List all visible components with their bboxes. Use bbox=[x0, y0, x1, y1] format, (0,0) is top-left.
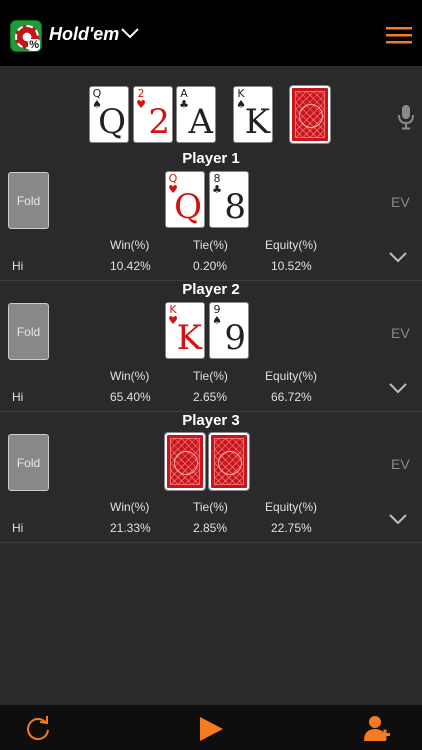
card-corner: 9 ♠ bbox=[212, 304, 222, 326]
app-icon-badge: % bbox=[28, 39, 40, 51]
card-suit-icon: ♣ bbox=[212, 183, 222, 196]
chevron-down-icon[interactable] bbox=[388, 250, 408, 264]
equity-value: 66.72% bbox=[271, 390, 312, 404]
card-corner: 2 ♥ bbox=[136, 88, 146, 110]
fold-button[interactable]: Fold bbox=[8, 172, 49, 229]
hand-type-label: Hi bbox=[12, 521, 24, 535]
card-rank: K bbox=[176, 318, 202, 358]
play-icon[interactable] bbox=[198, 716, 224, 742]
refresh-icon[interactable] bbox=[25, 715, 51, 741]
card-rank: Q bbox=[174, 187, 202, 227]
chevron-down-icon[interactable] bbox=[120, 25, 140, 41]
equity-value: 22.75% bbox=[271, 521, 312, 535]
hand-type-label: Hi bbox=[12, 259, 24, 273]
player-panel: Player 3 Fold EV Win(%) Tie(%) Equity(%)… bbox=[0, 412, 422, 543]
playing-card[interactable]: Q ♠ Q bbox=[89, 86, 129, 143]
tie-header: Tie(%) bbox=[193, 238, 228, 252]
top-bar: % Hold'em bbox=[0, 0, 422, 66]
card-rank: 2 bbox=[148, 102, 170, 142]
card-rank: K bbox=[244, 102, 270, 142]
microphone-icon[interactable] bbox=[396, 104, 416, 130]
fold-button[interactable]: Fold bbox=[8, 434, 49, 491]
fold-button[interactable]: Fold bbox=[8, 303, 49, 360]
card-back[interactable] bbox=[208, 432, 250, 491]
tie-value: 0.20% bbox=[193, 259, 228, 273]
ev-button[interactable]: EV bbox=[391, 325, 410, 341]
chevron-down-icon[interactable] bbox=[388, 381, 408, 395]
win-value: 10.42% bbox=[110, 259, 151, 273]
hand-type-label: Hi bbox=[12, 390, 24, 404]
equity-value: 10.52% bbox=[271, 259, 312, 273]
card-suit-icon: ♥ bbox=[136, 98, 146, 111]
player-name[interactable]: Player 2 bbox=[0, 281, 422, 298]
card-rank: 9 bbox=[224, 318, 246, 358]
ev-button[interactable]: EV bbox=[391, 194, 410, 210]
tie-value: 2.65% bbox=[193, 390, 228, 404]
equity-header: Equity(%) bbox=[265, 369, 318, 383]
card-suit-icon: ♠ bbox=[212, 314, 222, 327]
equity-header: Equity(%) bbox=[265, 500, 318, 514]
game-type-label[interactable]: Hold'em bbox=[49, 24, 119, 45]
player-name[interactable]: Player 3 bbox=[0, 412, 422, 429]
win-header: Win(%) bbox=[110, 238, 150, 252]
board-area: Q ♠ Q 2 ♥ 2 A ♣ A K ♠ K bbox=[0, 66, 422, 150]
playing-card[interactable]: 8 ♣ 8 bbox=[209, 171, 249, 228]
playing-card[interactable]: 2 ♥ 2 bbox=[133, 86, 173, 143]
playing-card[interactable]: 9 ♠ 9 bbox=[209, 302, 249, 359]
card-corner: 8 ♣ bbox=[212, 173, 222, 195]
card-rank: Q bbox=[98, 102, 126, 142]
playing-card[interactable]: K ♠ K bbox=[233, 86, 273, 143]
hamburger-menu-icon[interactable] bbox=[386, 26, 412, 44]
tie-value: 2.85% bbox=[193, 521, 228, 535]
player-name[interactable]: Player 1 bbox=[0, 150, 422, 167]
app-logo-icon: % bbox=[10, 20, 42, 52]
card-back[interactable] bbox=[164, 432, 206, 491]
card-back[interactable] bbox=[289, 85, 331, 144]
playing-card[interactable]: K ♥ K bbox=[165, 302, 205, 359]
tie-header: Tie(%) bbox=[193, 369, 228, 383]
ev-button[interactable]: EV bbox=[391, 456, 410, 472]
card-rank: A bbox=[188, 102, 213, 142]
chevron-down-icon[interactable] bbox=[388, 512, 408, 526]
playing-card[interactable]: A ♣ A bbox=[176, 86, 216, 143]
equity-header: Equity(%) bbox=[265, 238, 318, 252]
win-value: 65.40% bbox=[110, 390, 151, 404]
card-rank: 8 bbox=[224, 187, 246, 227]
win-header: Win(%) bbox=[110, 500, 150, 514]
bottom-toolbar bbox=[0, 705, 422, 750]
player-panel: Player 2 Fold EV Win(%) Tie(%) Equity(%)… bbox=[0, 281, 422, 412]
add-user-icon[interactable] bbox=[362, 714, 390, 742]
player-panel: Player 1 Fold EV Win(%) Tie(%) Equity(%)… bbox=[0, 150, 422, 281]
win-value: 21.33% bbox=[110, 521, 151, 535]
win-header: Win(%) bbox=[110, 369, 150, 383]
tie-header: Tie(%) bbox=[193, 500, 228, 514]
playing-card[interactable]: Q ♥ Q bbox=[165, 171, 205, 228]
